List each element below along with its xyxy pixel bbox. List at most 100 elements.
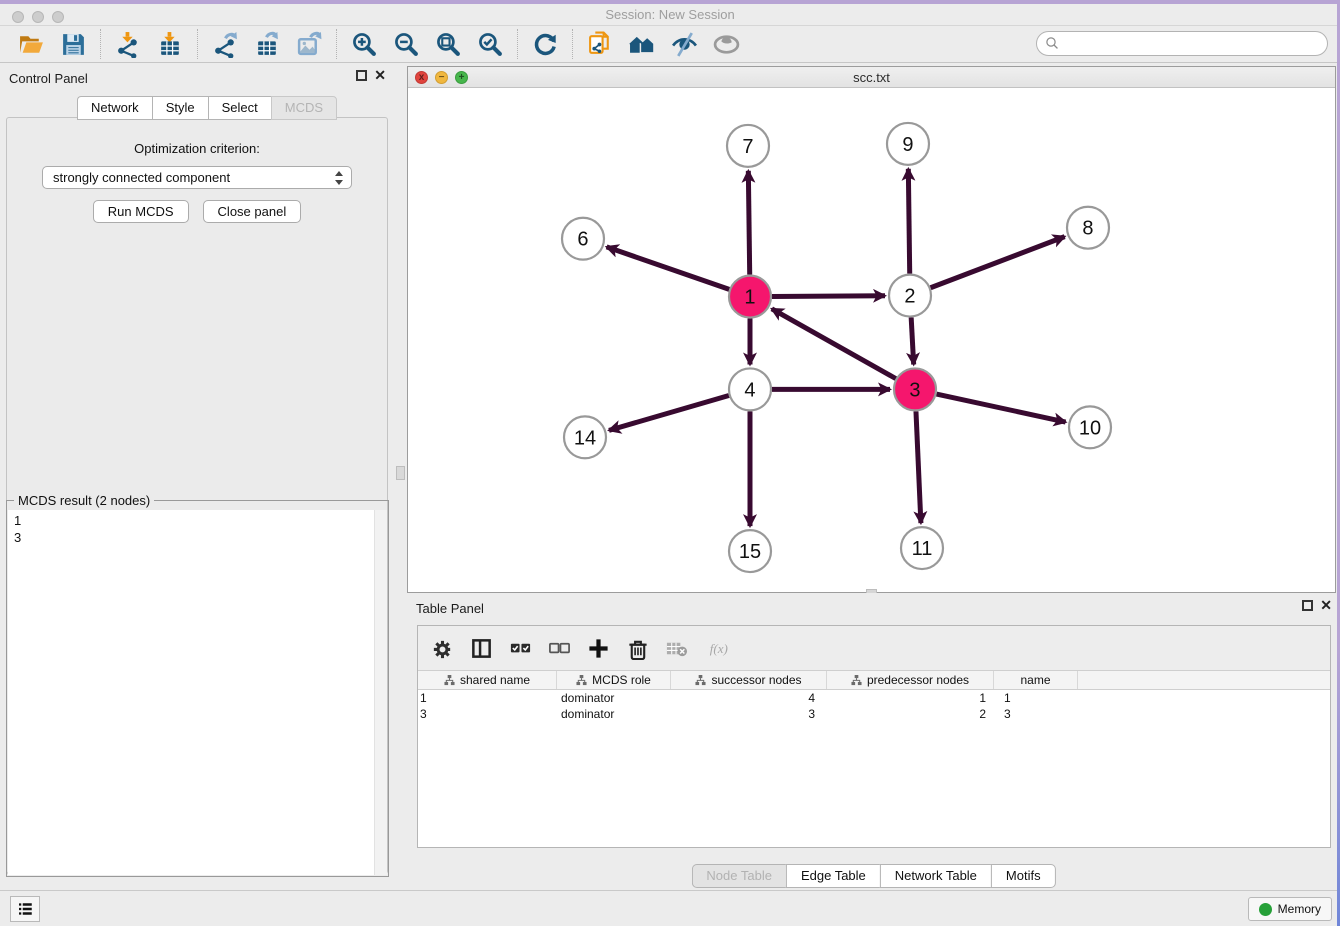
column-header-successor-nodes[interactable]: successor nodes xyxy=(671,671,827,689)
table-cell: 4 xyxy=(671,690,827,706)
graph-node-2[interactable]: 2 xyxy=(889,275,931,317)
mcds-result-textarea[interactable]: 1 3 xyxy=(8,510,387,875)
graph-node-1[interactable]: 1 xyxy=(729,276,771,318)
result-scrollbar[interactable] xyxy=(374,510,387,875)
table-cell: dominator xyxy=(557,706,671,722)
network-window-titlebar[interactable]: x − + scc.txt xyxy=(408,67,1335,88)
graph-node-14[interactable]: 14 xyxy=(564,416,606,458)
panel-splitter-handle[interactable] xyxy=(396,466,405,480)
tab-edge-table[interactable]: Edge Table xyxy=(786,864,880,888)
refresh-view-icon[interactable] xyxy=(530,29,560,59)
graph-edge-1-6[interactable] xyxy=(607,247,730,289)
graph-edge-1-7[interactable] xyxy=(748,171,749,275)
table-settings-icon[interactable] xyxy=(430,636,455,661)
column-type-icon xyxy=(851,675,862,686)
window-traffic-lights[interactable] xyxy=(12,11,64,23)
graph-edge-3-1[interactable] xyxy=(772,309,896,379)
svg-text:10: 10 xyxy=(1079,417,1101,439)
graph-node-9[interactable]: 9 xyxy=(887,123,929,165)
graph-node-6[interactable]: 6 xyxy=(562,218,604,260)
hide-graphics-icon[interactable] xyxy=(669,29,699,59)
export-network-icon[interactable] xyxy=(210,29,240,59)
tab-network-table[interactable]: Network Table xyxy=(880,864,991,888)
svg-text:f(x): f(x) xyxy=(709,641,727,656)
window-title: Session: New Session xyxy=(0,4,1340,26)
graph-edge-3-11[interactable] xyxy=(916,411,921,523)
table-row[interactable]: 1dominator411 xyxy=(418,690,1330,706)
float-panel-icon[interactable] xyxy=(356,70,367,81)
network-maximize-icon[interactable]: + xyxy=(455,71,468,84)
graph-node-11[interactable]: 11 xyxy=(901,527,943,569)
tab-select[interactable]: Select xyxy=(208,96,271,120)
network-canvas[interactable]: 7 9 6 8 1 2 4 3 14 10 15 11 xyxy=(408,88,1335,592)
graph-node-4[interactable]: 4 xyxy=(729,368,771,410)
column-header-shared-name[interactable]: shared name xyxy=(418,671,557,689)
search-input[interactable] xyxy=(1060,36,1327,51)
graph-edge-2-8[interactable] xyxy=(931,237,1065,288)
close-panel-icon[interactable]: ✕ xyxy=(374,70,386,81)
graph-node-7[interactable]: 7 xyxy=(727,125,769,167)
toolbar-separator xyxy=(197,29,198,59)
toggle-panel-icon[interactable] xyxy=(469,636,494,661)
criterion-dropdown[interactable]: strongly connected component xyxy=(42,166,352,189)
graph-node-8[interactable]: 8 xyxy=(1067,207,1109,249)
task-history-button[interactable] xyxy=(10,896,40,922)
graph-edge-2-9[interactable] xyxy=(908,169,909,274)
graph-node-15[interactable]: 15 xyxy=(729,530,771,572)
memory-button[interactable]: Memory xyxy=(1248,897,1332,921)
table-body: 1dominator4113dominator323 xyxy=(418,690,1330,722)
export-table-icon[interactable] xyxy=(252,29,282,59)
zoom-in-icon[interactable] xyxy=(349,29,379,59)
search-box[interactable] xyxy=(1036,31,1328,56)
table-float-panel-icon[interactable] xyxy=(1302,600,1313,611)
home-icon[interactable] xyxy=(627,29,657,59)
graph-edge-3-10[interactable] xyxy=(936,394,1065,422)
graph-edge-1-2[interactable] xyxy=(772,296,885,297)
run-mcds-button[interactable]: Run MCDS xyxy=(93,200,189,223)
maximize-window-icon[interactable] xyxy=(52,11,64,23)
column-type-icon xyxy=(576,675,587,686)
column-header-name[interactable]: name xyxy=(994,671,1078,689)
tab-network[interactable]: Network xyxy=(77,96,152,120)
open-session-icon[interactable] xyxy=(16,29,46,59)
export-image-icon[interactable] xyxy=(294,29,324,59)
close-panel-button[interactable]: Close panel xyxy=(203,200,302,223)
add-column-icon[interactable] xyxy=(586,636,611,661)
select-all-rows-icon[interactable] xyxy=(508,636,533,661)
node-table-container: f(x) shared nameMCDS rolesuccessor nodes… xyxy=(417,625,1331,848)
delete-rows-icon[interactable] xyxy=(625,636,650,661)
table-cell: dominator xyxy=(557,690,671,706)
zoom-out-icon[interactable] xyxy=(391,29,421,59)
table-row[interactable]: 3dominator323 xyxy=(418,706,1330,722)
clone-network-icon[interactable] xyxy=(585,29,615,59)
deselect-all-rows-icon[interactable] xyxy=(547,636,572,661)
svg-text:9: 9 xyxy=(902,134,913,156)
toolbar-separator xyxy=(100,29,101,59)
graph-edge-2-3[interactable] xyxy=(911,318,914,365)
import-table-icon[interactable] xyxy=(155,29,185,59)
column-header-predecessor-nodes[interactable]: predecessor nodes xyxy=(827,671,994,689)
zoom-fit-icon[interactable] xyxy=(433,29,463,59)
graph-node-10[interactable]: 10 xyxy=(1069,406,1111,448)
tab-node-table[interactable]: Node Table xyxy=(691,864,786,888)
tab-style[interactable]: Style xyxy=(152,96,208,120)
table-cell: 1 xyxy=(827,690,994,706)
close-window-icon[interactable] xyxy=(12,11,24,23)
save-session-icon[interactable] xyxy=(58,29,88,59)
network-close-icon[interactable]: x xyxy=(415,71,428,84)
minimize-window-icon[interactable] xyxy=(32,11,44,23)
mcds-result-title: MCDS result (2 nodes) xyxy=(14,493,154,508)
table-cell: 1 xyxy=(418,690,557,706)
tab-motifs[interactable]: Motifs xyxy=(991,864,1056,888)
graph-node-3[interactable]: 3 xyxy=(894,368,936,410)
tab-mcds[interactable]: MCDS xyxy=(271,96,337,120)
zoom-selected-icon[interactable] xyxy=(475,29,505,59)
import-network-icon[interactable] xyxy=(113,29,143,59)
network-minimize-icon[interactable]: − xyxy=(435,71,448,84)
delete-column-icon xyxy=(664,636,689,661)
graph-edge-4-14[interactable] xyxy=(609,396,729,431)
table-header-row: shared nameMCDS rolesuccessor nodesprede… xyxy=(418,670,1330,690)
column-header-MCDS-role[interactable]: MCDS role xyxy=(557,671,671,689)
table-close-panel-icon[interactable]: ✕ xyxy=(1320,600,1332,611)
show-graphics-icon[interactable] xyxy=(711,29,741,59)
